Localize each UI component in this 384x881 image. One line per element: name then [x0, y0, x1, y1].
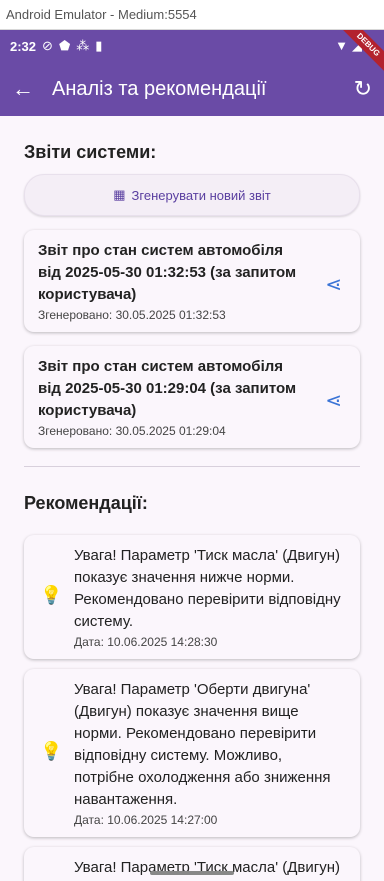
report-title: Звіт про стан систем автомобіля від 2025… [38, 358, 297, 419]
section-divider [24, 466, 360, 467]
shield-icon: ⬟ [58, 38, 71, 53]
notification-icon: ⁂ [76, 38, 90, 53]
page-title: Аналіз та рекомендації [52, 77, 267, 100]
scroll-content[interactable]: Звіти системи: ▦ Згенерувати новий звіт … [0, 130, 384, 881]
recommendation-text: Увага! Параметр 'Тиск масла' (Двигун) по… [74, 547, 341, 630]
recommendations-heading: Рекомендації: [24, 493, 148, 513]
status-icons: ⊘ ⬟ ⁂ ▮ [42, 38, 102, 54]
emulator-window-title: Android Emulator - Medium:5554 [0, 0, 384, 30]
generate-report-button[interactable]: ▦ Згенерувати новий звіт [24, 174, 360, 216]
reports-heading: Звіти системи: [24, 142, 157, 162]
generate-report-label: Згенерувати новий звіт [131, 187, 271, 203]
recommendation-card[interactable]: Увага! Параметр 'Тиск масла' (Двигун) по… [24, 847, 360, 881]
sd-card-icon: ▮ [95, 38, 103, 53]
wifi-icon: ▼ [335, 38, 348, 53]
share-icon[interactable]: ⋖ [325, 388, 342, 413]
app-bar: ← Аналіз та рекомендації ↻ [0, 62, 384, 116]
share-icon[interactable]: ⋖ [325, 272, 342, 297]
report-generated-date: Згенеровано: 30.05.2025 01:29:04 [38, 424, 226, 438]
status-bar: 2:32 ⊘ ⬟ ⁂ ▮ ▼ ◢ DEBUG [0, 30, 384, 73]
device-screen: 2:32 ⊘ ⬟ ⁂ ▮ ▼ ◢ DEBUG ← Аналіз та реком… [0, 30, 384, 881]
report-card[interactable]: Звіт про стан систем автомобіля від 2025… [24, 230, 360, 332]
recommendation-text: Увага! Параметр 'Тиск масла' (Двигун) по… [74, 859, 341, 876]
recommendation-card[interactable]: 💡 Увага! Параметр 'Тиск масла' (Двигун) … [24, 535, 360, 659]
arrow-back-icon[interactable]: ← [12, 76, 52, 102]
recommendation-text: Увага! Параметр 'Оберти двигуна' (Двигун… [74, 681, 331, 808]
refresh-icon[interactable]: ↻ [354, 76, 372, 102]
recommendation-date: Дата: 10.06.2025 14:28:30 [74, 635, 218, 649]
lightbulb-icon: 💡 [40, 741, 63, 761]
add-chart-icon: ▦ [113, 187, 126, 202]
status-time: 2:32 [10, 38, 37, 54]
report-generated-date: Згенеровано: 30.05.2025 01:32:53 [38, 308, 226, 322]
lightbulb-icon: 💡 [40, 585, 63, 605]
report-title: Звіт про стан систем автомобіля від 2025… [38, 242, 297, 303]
recommendation-card[interactable]: 💡 Увага! Параметр 'Оберти двигуна' (Двиг… [24, 669, 360, 837]
home-indicator[interactable] [150, 871, 234, 875]
recommendation-date: Дата: 10.06.2025 14:27:00 [74, 813, 218, 827]
vpn-icon: ⊘ [42, 38, 53, 53]
report-card[interactable]: Звіт про стан систем автомобіля від 2025… [24, 346, 360, 448]
